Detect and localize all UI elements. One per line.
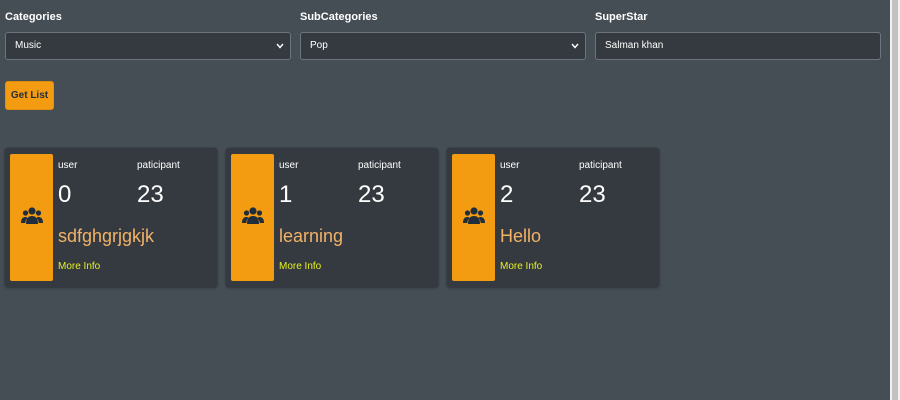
- subcategories-label: SubCategories: [300, 11, 378, 23]
- group-card: user paticipant 0 23 sdfghgrjgkjk More I…: [5, 148, 217, 287]
- user-count: 2: [500, 181, 514, 208]
- group-name: sdfghgrjgkjk: [58, 226, 155, 246]
- more-info-link[interactable]: More Info: [500, 260, 542, 274]
- group-name: Hello: [500, 226, 542, 246]
- superstar-filter: SuperStar Salman khan: [595, 10, 881, 60]
- users-icon: [463, 207, 485, 224]
- group-card: user paticipant 2 23 Hello More Info: [447, 148, 659, 287]
- user-label: user: [500, 160, 520, 171]
- group-card: user paticipant 1 23 learning More Info: [226, 148, 438, 287]
- participant-label: paticipant: [358, 160, 401, 171]
- group-name: learning: [279, 226, 344, 246]
- user-count: 1: [279, 181, 293, 208]
- page-scrollbar[interactable]: [890, 0, 900, 400]
- users-icon: [242, 207, 264, 224]
- superstar-input[interactable]: Salman khan: [595, 32, 881, 60]
- card-icon-box: [10, 154, 53, 281]
- user-label: user: [58, 160, 78, 171]
- subcategories-select-value: Pop: [310, 40, 328, 51]
- participant-label: paticipant: [137, 160, 180, 171]
- user-count: 0: [58, 181, 72, 208]
- participant-count: 23: [358, 181, 385, 208]
- chevron-down-icon: [276, 43, 284, 49]
- more-info-link[interactable]: More Info: [279, 260, 321, 274]
- categories-label: Categories: [5, 11, 62, 23]
- participant-label: paticipant: [579, 160, 622, 171]
- scrollbar-thumb[interactable]: [892, 0, 898, 400]
- subcategories-filter: SubCategories Pop: [300, 10, 586, 60]
- categories-select-value: Music: [15, 40, 42, 51]
- more-info-link[interactable]: More Info: [58, 260, 100, 274]
- filter-bar: Categories Music SubCategories Pop Super…: [5, 10, 885, 65]
- page: Categories Music SubCategories Pop Super…: [0, 0, 890, 400]
- categories-filter: Categories Music: [5, 10, 291, 60]
- chevron-down-icon: [571, 43, 579, 49]
- categories-select[interactable]: Music: [5, 32, 291, 60]
- user-label: user: [279, 160, 299, 171]
- card-icon-box: [452, 154, 495, 281]
- subcategories-select[interactable]: Pop: [300, 32, 586, 60]
- participant-count: 23: [137, 181, 164, 208]
- superstar-label: SuperStar: [595, 11, 648, 23]
- superstar-input-value: Salman khan: [605, 40, 664, 51]
- get-list-button[interactable]: Get List: [5, 81, 54, 110]
- users-icon: [21, 207, 43, 224]
- card-icon-box: [231, 154, 274, 281]
- participant-count: 23: [579, 181, 606, 208]
